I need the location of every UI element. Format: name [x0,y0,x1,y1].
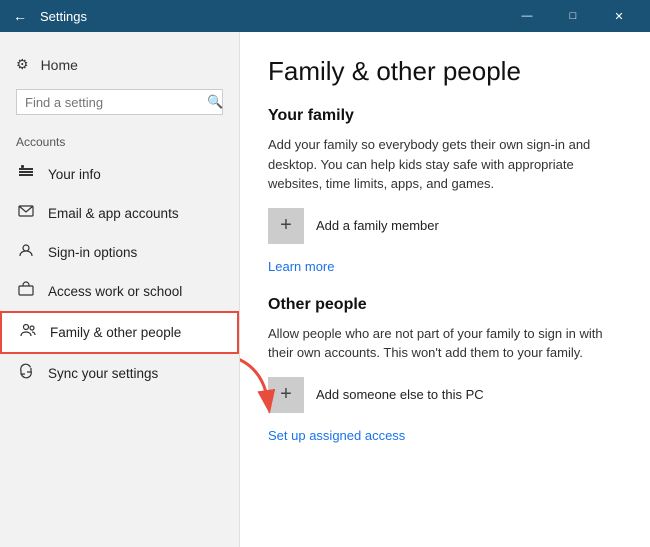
learn-more-link[interactable]: Learn more [268,259,334,274]
home-icon: ⚙ [16,56,29,73]
search-box[interactable]: 🔍 [16,89,223,115]
app-container: ⚙ Home 🔍 Accounts Your info Email & app … [0,32,650,547]
add-family-member-label: Add a family member [316,218,439,233]
sidebar-item-access-work-school[interactable]: Access work or school [0,272,239,311]
sidebar-item-family-other-people[interactable]: Family & other people [0,311,239,354]
search-icon: 🔍 [207,94,223,110]
sidebar-item-sign-in-options[interactable]: Sign-in options [0,233,239,272]
your-info-icon [16,164,36,185]
sync-label: Sync your settings [48,366,158,381]
other-people-description: Allow people who are not part of your fa… [268,324,622,363]
maximize-button[interactable]: □ [550,0,596,32]
family-label: Family & other people [50,325,181,340]
sidebar-item-your-info[interactable]: Your info [0,155,239,194]
sidebar-section-label: Accounts [0,123,239,155]
close-button[interactable]: ✕ [596,0,642,32]
plus-icon: + [280,214,292,237]
other-people-section: Other people Allow people who are not pa… [268,296,622,445]
your-family-description: Add your family so everybody gets their … [268,135,622,194]
main-content: Family & other people Your family Add yo… [240,32,650,547]
your-family-title: Your family [268,107,622,125]
back-button[interactable]: ← [8,4,32,28]
work-icon [16,281,36,302]
work-label: Access work or school [48,284,182,299]
add-family-member-button[interactable]: + [268,208,304,244]
titlebar: ← Settings — □ ✕ [0,0,650,32]
family-icon [18,322,38,343]
sidebar: ⚙ Home 🔍 Accounts Your info Email & app … [0,32,240,547]
email-icon [16,203,36,224]
sidebar-item-home[interactable]: ⚙ Home [0,48,239,81]
your-family-section: Your family Add your family so everybody… [268,107,622,296]
email-label: Email & app accounts [48,206,179,221]
sidebar-home-label: Home [41,57,78,73]
add-someone-button[interactable]: + [268,377,304,413]
your-info-label: Your info [48,167,101,182]
other-people-title: Other people [268,296,622,314]
signin-label: Sign-in options [48,245,137,260]
titlebar-title: Settings [40,9,504,24]
page-title: Family & other people [268,56,622,87]
set-assigned-access-link[interactable]: Set up assigned access [268,428,405,443]
add-someone-label: Add someone else to this PC [316,387,484,402]
window-controls: — □ ✕ [504,0,642,32]
add-family-member-row[interactable]: + Add a family member [268,208,622,244]
plus-icon-2: + [280,383,292,406]
search-input[interactable] [25,95,201,110]
sidebar-item-sync-settings[interactable]: Sync your settings [0,354,239,393]
minimize-button[interactable]: — [504,0,550,32]
signin-icon [16,242,36,263]
sync-icon [16,363,36,384]
sidebar-item-email-app-accounts[interactable]: Email & app accounts [0,194,239,233]
